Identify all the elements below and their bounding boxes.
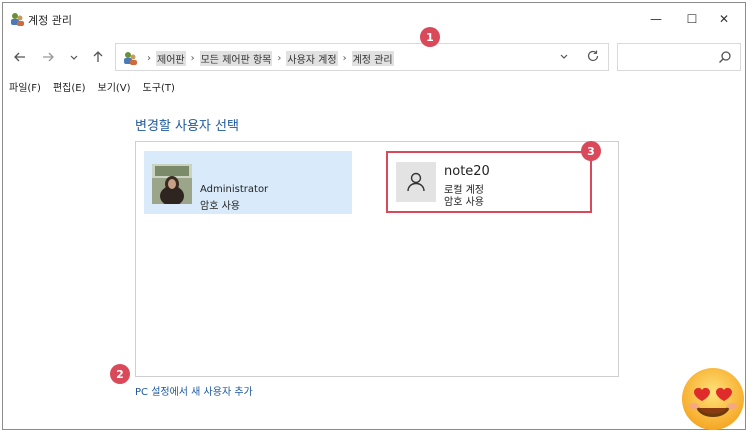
add-user-link[interactable]: PC 설정에서 새 사용자 추가 xyxy=(135,383,253,398)
search-input[interactable] xyxy=(617,43,741,71)
breadcrumb-item[interactable]: 사용자 계정 xyxy=(286,51,338,66)
refresh-icon xyxy=(587,50,599,62)
arrow-left-icon xyxy=(14,52,25,62)
avatar xyxy=(152,164,192,204)
recent-locations-button[interactable] xyxy=(65,49,83,65)
user-status: 암호 사용 xyxy=(444,197,484,208)
user-list-panel: Administrator 암호 사용 note20 로컬 계정 암호 사용 xyxy=(135,141,619,377)
refresh-button[interactable] xyxy=(586,49,602,65)
address-dropdown-button[interactable] xyxy=(558,50,572,64)
breadcrumb-separator: › xyxy=(277,53,282,64)
arrow-right-icon xyxy=(43,52,54,62)
page-title: 변경할 사용자 선택 xyxy=(135,119,239,134)
menu-view[interactable]: 보기(V) xyxy=(98,79,131,99)
breadcrumb-item[interactable]: 제어판 xyxy=(156,51,186,66)
up-button[interactable] xyxy=(89,49,107,65)
user-status: 암호 사용 xyxy=(200,201,240,212)
heart-eyes-emoji-icon xyxy=(682,368,744,430)
breadcrumb-item[interactable]: 계정 관리 xyxy=(351,51,394,66)
user-name: note20 xyxy=(444,164,490,179)
menu-edit[interactable]: 편집(E) xyxy=(53,79,86,99)
maximize-icon: ☐ xyxy=(686,12,698,26)
users-icon xyxy=(11,13,24,26)
title-bar: 계정 관리 — ☐ ✕ xyxy=(3,3,745,35)
menu-file[interactable]: 파일(F) xyxy=(9,79,41,99)
arrow-up-icon xyxy=(93,51,103,62)
close-icon: ✕ xyxy=(718,12,730,26)
breadcrumb-separator: › xyxy=(342,53,347,64)
close-button[interactable]: ✕ xyxy=(701,3,747,35)
menu-bar: 파일(F) 편집(E) 보기(V) 도구(T) xyxy=(3,79,745,99)
annotation-badge-1: 1 xyxy=(420,27,440,47)
user-icon xyxy=(407,172,425,192)
breadcrumb-separator: › xyxy=(190,53,195,64)
annotation-badge-3: 3 xyxy=(581,141,601,161)
address-field[interactable]: › 제어판 › 모든 제어판 항목 › 사용자 계정 › 계정 관리 xyxy=(115,43,609,71)
menu-tools[interactable]: 도구(T) xyxy=(143,79,175,99)
forward-button[interactable] xyxy=(39,49,57,65)
chevron-down-icon xyxy=(70,55,78,60)
user-photo-icon xyxy=(152,164,192,204)
breadcrumb: › 제어판 › 모든 제어판 항목 › 사용자 계정 › 계정 관리 xyxy=(142,51,394,66)
breadcrumb-separator: › xyxy=(147,53,151,64)
search-icon xyxy=(719,51,731,63)
avatar xyxy=(396,162,436,202)
chevron-down-icon xyxy=(560,54,568,59)
minimize-icon: — xyxy=(650,12,662,26)
user-tile-note20[interactable]: note20 로컬 계정 암호 사용 xyxy=(386,151,592,213)
user-tile-administrator[interactable]: Administrator 암호 사용 xyxy=(144,151,352,214)
annotation-badge-2: 2 xyxy=(110,364,130,384)
window-title: 계정 관리 xyxy=(28,14,72,27)
address-bar: › 제어판 › 모든 제어판 항목 › 사용자 계정 › 계정 관리 xyxy=(3,39,745,73)
back-button[interactable] xyxy=(11,49,29,65)
user-name: Administrator xyxy=(200,184,269,195)
users-icon xyxy=(124,52,137,65)
breadcrumb-item[interactable]: 모든 제어판 항목 xyxy=(199,51,273,66)
